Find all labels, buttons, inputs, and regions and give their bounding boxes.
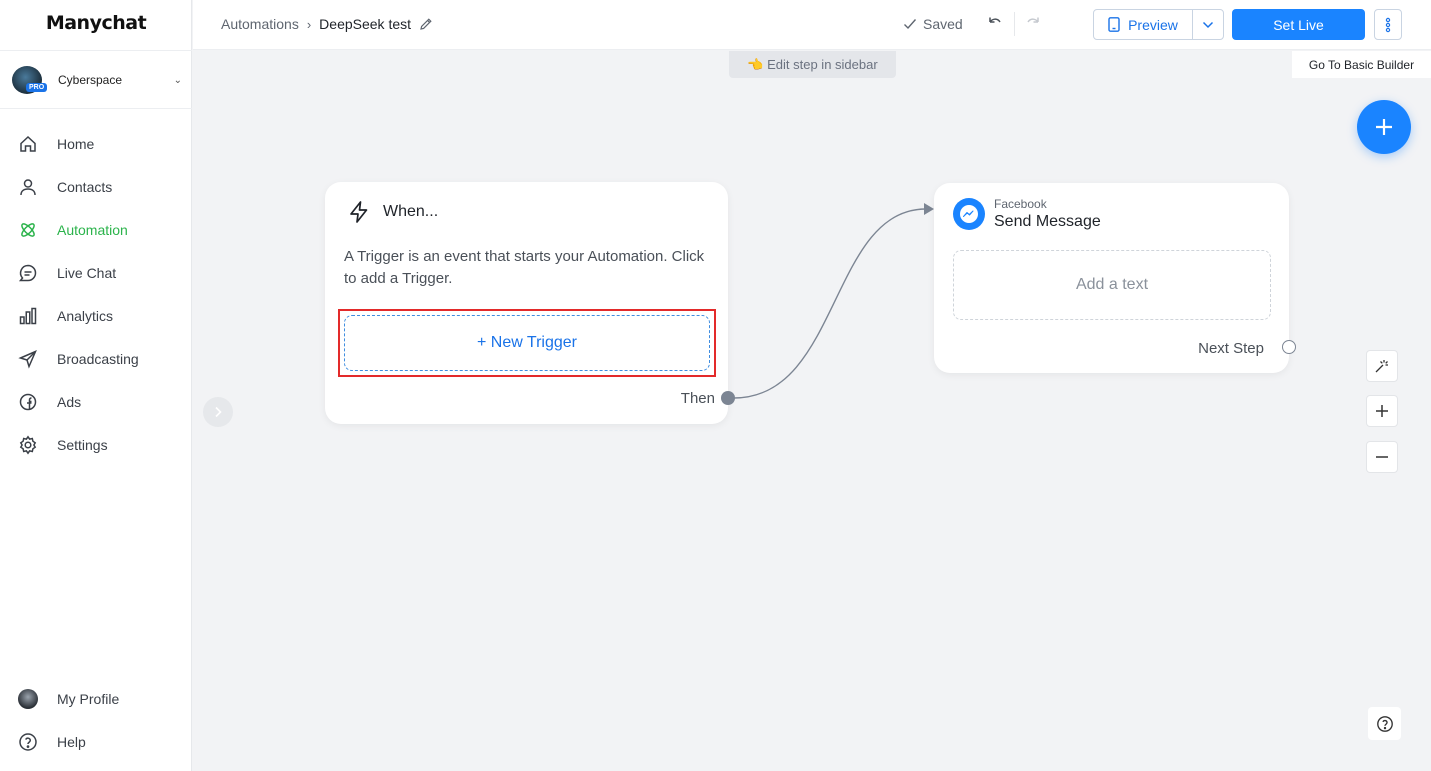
vertical-dots-icon (1385, 17, 1391, 32)
bar-chart-icon (19, 307, 37, 325)
breadcrumb-automations-link[interactable]: Automations (221, 16, 299, 32)
magic-wand-icon (1375, 360, 1388, 373)
add-step-button[interactable] (1357, 100, 1411, 154)
question-circle-icon (19, 733, 37, 751)
expand-sidebar-button[interactable] (203, 397, 233, 427)
chat-bubble-icon (18, 264, 37, 282)
pencil-icon[interactable] (419, 17, 433, 31)
trigger-header: When... (347, 200, 438, 224)
new-trigger-button[interactable]: + New Trigger (344, 315, 710, 371)
sidebar-item-ads[interactable]: Ads (18, 389, 188, 415)
canvas-help-button[interactable] (1368, 707, 1401, 740)
preview-label: Preview (1128, 16, 1178, 33)
undo-icon[interactable] (985, 14, 1005, 34)
next-step-connector-handle[interactable] (1282, 340, 1296, 354)
sidebar-item-label: Live Chat (57, 265, 117, 281)
gear-icon (19, 435, 37, 455)
step-title: Send Message (994, 213, 1101, 230)
chevron-right-icon: › (306, 16, 312, 32)
saved-status: Saved (903, 16, 963, 32)
then-connector-handle[interactable] (721, 391, 735, 405)
mobile-phone-icon (1108, 17, 1120, 32)
trigger-step-card[interactable]: When... A Trigger is an event that start… (325, 182, 728, 424)
sidebar-item-label: My Profile (57, 691, 120, 707)
send-icon (18, 350, 37, 369)
facebook-icon (19, 393, 37, 411)
home-icon (20, 135, 36, 152)
sidebar: Manychat PRO Cyberspace ⌄ Home Contacts … (0, 0, 192, 771)
sidebar-item-analytics[interactable]: Analytics (18, 303, 188, 329)
step-platform: Facebook (994, 197, 1047, 211)
sidebar-item-label: Contacts (57, 179, 113, 195)
trigger-title: When... (383, 203, 439, 220)
sidebar-item-home[interactable]: Home (18, 131, 188, 157)
set-live-button[interactable]: Set Live (1232, 9, 1365, 40)
preview-dropdown-button[interactable] (1192, 9, 1224, 40)
profile-avatar (18, 689, 38, 709)
sidebar-item-my-profile[interactable]: My Profile (18, 686, 188, 712)
sidebar-item-label: Automation (57, 222, 128, 238)
more-options-button[interactable] (1374, 9, 1402, 40)
manychat-logo[interactable]: Manychat (0, 12, 192, 34)
sidebar-item-help[interactable]: Help (18, 729, 188, 755)
plus-icon (1376, 405, 1388, 417)
toolbar-divider (1014, 12, 1015, 36)
person-icon (20, 179, 36, 196)
sidebar-item-settings[interactable]: Settings (18, 432, 188, 458)
saved-label: Saved (923, 16, 963, 32)
zoom-in-button[interactable] (1366, 395, 1398, 427)
next-step-label: Next Step (1198, 340, 1264, 357)
trigger-description: A Trigger is an event that starts your A… (344, 248, 705, 287)
automation-icon (21, 223, 35, 237)
automation-name: DeepSeek test (319, 16, 412, 32)
redo-icon[interactable] (1023, 14, 1043, 34)
pro-badge: PRO (26, 83, 48, 92)
sidebar-item-contacts[interactable]: Contacts (18, 174, 188, 200)
account-avatar: PRO (12, 66, 48, 94)
magic-wand-button[interactable] (1366, 350, 1398, 382)
sidebar-item-automation[interactable]: Automation (18, 217, 188, 243)
edit-step-hint: 👈 Edit step in sidebar (729, 51, 896, 78)
then-label: Then (680, 390, 715, 407)
sidebar-item-label: Analytics (57, 308, 114, 324)
send-message-step-card[interactable]: Facebook Send Message Add a text Next St… (934, 183, 1289, 373)
account-switcher[interactable]: PRO Cyberspace ⌄ (12, 66, 182, 94)
chevron-down-icon (1202, 21, 1214, 28)
question-circle-icon (1376, 715, 1393, 732)
plus-icon (1376, 119, 1392, 135)
breadcrumb: Automations › DeepSeek test (221, 16, 433, 32)
check-icon (904, 19, 917, 30)
top-bar: Automations › DeepSeek test Saved Previe… (193, 0, 1431, 50)
zoom-out-button[interactable] (1366, 441, 1398, 473)
sidebar-item-label: Broadcasting (57, 351, 139, 367)
add-text-button[interactable]: Add a text (953, 250, 1271, 320)
sidebar-item-label: Ads (57, 394, 82, 410)
messenger-icon (953, 198, 985, 230)
sidebar-item-broadcasting[interactable]: Broadcasting (18, 346, 188, 372)
sidebar-item-live-chat[interactable]: Live Chat (18, 260, 188, 286)
sidebar-item-label: Help (57, 734, 86, 750)
lightning-icon (350, 201, 368, 223)
chevron-down-icon: ⌄ (173, 74, 182, 86)
account-name: Cyberspace (58, 73, 123, 87)
preview-button[interactable]: Preview (1093, 9, 1193, 40)
chevron-right-icon (215, 406, 222, 418)
minus-icon (1376, 456, 1388, 458)
sidebar-item-label: Home (57, 136, 95, 152)
sidebar-divider (0, 108, 192, 109)
go-to-basic-builder-button[interactable]: Go To Basic Builder (1292, 51, 1431, 78)
sidebar-item-label: Settings (57, 437, 108, 453)
sidebar-divider (0, 50, 192, 51)
